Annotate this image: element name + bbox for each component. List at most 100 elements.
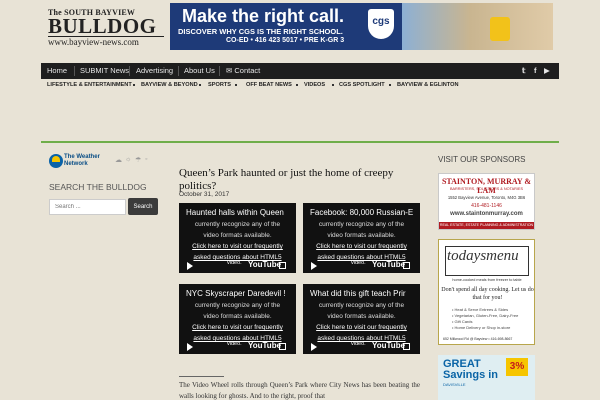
facebook-icon[interactable]: f xyxy=(534,63,537,79)
video-faq-link-line-1[interactable]: Click here to visit our frequently xyxy=(179,322,296,333)
sun-icon: ☼ xyxy=(125,156,132,163)
sponsors-heading: VISIT OUR SPONSORS xyxy=(438,155,526,164)
nav-contact-label: Contact xyxy=(234,66,261,75)
sponsor-url: www.staintonmurray.com xyxy=(450,211,523,217)
video-faq-link-line-1[interactable]: Click here to visit our frequently xyxy=(303,241,420,252)
sponsor-address: 1552 Bayview Avenue, Toronto, M4G 3B6 xyxy=(447,195,526,200)
subnav-dot xyxy=(199,84,201,86)
nav-contact[interactable]: ✉ Contact xyxy=(226,63,260,79)
davisville-line-3: DAVISVILLE xyxy=(443,382,466,387)
video-player[interactable]: NYC Skyscraper Daredevil ! currently rec… xyxy=(179,284,296,354)
nav-separator xyxy=(129,66,130,76)
play-icon[interactable] xyxy=(187,262,193,270)
site-logo[interactable]: The SOUTH BAYVIEW BULLDOG www.bayview-ne… xyxy=(48,8,164,47)
subnav-sports[interactable]: SPORTS xyxy=(208,79,231,91)
nav-home[interactable]: Home xyxy=(47,63,67,79)
sponsor-phone: 416-481-1146 xyxy=(471,203,502,209)
sponsor-services-bar: REAL ESTATE, ESTATE PLANNING & ADMINISTR… xyxy=(439,222,534,229)
youtube-logo[interactable]: YouTube xyxy=(248,260,281,269)
weather-logo-line-1: The Weather xyxy=(64,154,100,160)
cloud-icon: ☁ xyxy=(115,157,122,164)
nav-about-us[interactable]: About Us xyxy=(184,63,215,79)
nav-advertising[interactable]: Advertising xyxy=(136,63,173,79)
sponsor-ad-stainton-murray-lam[interactable]: STAINTON, MURRAY & LAM BARRISTERS, SOLIC… xyxy=(438,173,535,230)
fullscreen-icon[interactable] xyxy=(403,343,410,350)
youtube-logo[interactable]: YouTube xyxy=(372,260,405,269)
search-input[interactable] xyxy=(49,199,126,215)
nav-separator xyxy=(219,66,220,76)
subnav-bayview-beyond[interactable]: BAYVIEW & BEYOND xyxy=(141,79,198,91)
video-error-message: currently recognize any of the video for… xyxy=(179,300,296,344)
todaysmenu-item: • Heat & Serve Entrees & Sides xyxy=(452,307,509,312)
video-faq-link-line-3[interactable]: video. xyxy=(227,260,242,266)
drizzle-icon: ◦ xyxy=(145,156,148,163)
banner-line-2: CO-ED • 416 423 5017 • PRE K-GR 3 xyxy=(226,37,345,44)
video-title[interactable]: Haunted halls within Queen xyxy=(186,208,284,217)
video-faq-link-line-1[interactable]: Click here to visit our frequently xyxy=(303,322,420,333)
video-faq-link-line-3[interactable]: video. xyxy=(351,341,366,347)
article-title[interactable]: Queen’s Park haunted or just the home of… xyxy=(179,167,424,193)
fullscreen-icon[interactable] xyxy=(279,343,286,350)
todaysmenu-item: • Home Delivery or Shop in-store xyxy=(452,325,511,330)
subnav-dot xyxy=(296,84,298,86)
subnav-dot xyxy=(133,84,135,86)
video-faq-link-line-3[interactable]: video. xyxy=(351,260,366,266)
video-error-message: currently recognize any of the video for… xyxy=(179,219,296,263)
youtube-logo[interactable]: YouTube xyxy=(248,341,281,350)
subnav-dot xyxy=(235,84,237,86)
video-error-message: currently recognize any of the video for… xyxy=(303,300,420,344)
sponsor-tagline: BARRISTERS, SOLICITORS & NOTARIES xyxy=(449,187,524,191)
todaysmenu-headline: Don't spend all day cooking. Let us do t… xyxy=(441,287,534,301)
video-message-line-2: video formats available. xyxy=(327,232,396,239)
envelope-icon: ✉ xyxy=(226,66,233,75)
subnav-cgs-spotlight[interactable]: CGS SPOTLIGHT xyxy=(339,79,385,91)
banner-line-1: DISCOVER WHY CGS IS THE RIGHT SCHOOL. xyxy=(178,27,343,36)
play-icon[interactable] xyxy=(311,262,317,270)
nav-submit-news[interactable]: SUBMIT News xyxy=(80,63,129,79)
video-title[interactable]: What did this gift teach Prir xyxy=(310,289,406,298)
video-player[interactable]: What did this gift teach Prir currently … xyxy=(303,284,420,354)
sponsor-ad-davisville[interactable]: GREAT Savings in DAVISVILLE 3% xyxy=(438,355,535,400)
video-faq-link-line-3[interactable]: video. xyxy=(227,341,242,347)
video-faq-link-line-1[interactable]: Click here to visit our frequently xyxy=(179,241,296,252)
sponsor-ad-todaysmenu[interactable]: todaysmenu home-cooked meals from freeze… xyxy=(438,239,535,345)
youtube-logo[interactable]: YouTube xyxy=(372,341,405,350)
subnav-videos[interactable]: VIDEOS xyxy=(304,79,325,91)
search-button[interactable]: Search xyxy=(128,198,158,215)
header-ad-banner[interactable]: Make the right call. DISCOVER WHY CGS IS… xyxy=(170,3,553,50)
twitter-icon[interactable]: 𝕥 xyxy=(522,63,526,79)
play-icon[interactable] xyxy=(311,343,317,351)
youtube-icon[interactable]: ▶ xyxy=(544,63,550,79)
video-message-line-2: video formats available. xyxy=(203,313,272,320)
todaysmenu-subtitle: home-cooked meals from freezer to table xyxy=(452,278,522,282)
video-error-message: currently recognize any of the video for… xyxy=(303,219,420,263)
cgs-logo: cgs xyxy=(368,9,394,39)
todaysmenu-logo: todaysmenu xyxy=(447,248,519,264)
subnav-off-beat-news[interactable]: OFF BEAT NEWS xyxy=(246,79,292,91)
weather-widget[interactable]: The Weather Network ☁ ☼ ☂ ◦ xyxy=(49,153,154,171)
video-message-line-1: currently recognize any of the xyxy=(194,221,281,228)
davisville-line-2: Savings in xyxy=(443,369,499,381)
video-player[interactable]: Haunted halls within Queen currently rec… xyxy=(179,203,296,273)
banner-photo xyxy=(402,3,553,50)
subnav-bayview-eglinton[interactable]: BAYVIEW & EGLINTON xyxy=(397,79,459,91)
fullscreen-icon[interactable] xyxy=(403,262,410,269)
video-title[interactable]: NYC Skyscraper Daredevil ! xyxy=(186,289,286,298)
search-heading: SEARCH THE BULLDOG xyxy=(49,182,147,192)
subnav-lifestyle[interactable]: LIFESTYLE & ENTERTAINMENT xyxy=(47,79,132,91)
video-controls: video. YouTube xyxy=(303,340,420,354)
play-icon[interactable] xyxy=(187,343,193,351)
main-nav: Home SUBMIT News Advertising About Us ✉ … xyxy=(41,63,559,79)
video-message-line-1: currently recognize any of the xyxy=(318,221,405,228)
nav-separator xyxy=(178,66,179,76)
video-message-line-1: currently recognize any of the xyxy=(194,302,281,309)
video-title[interactable]: Facebook: 80,000 Russian-E xyxy=(310,208,413,217)
video-player[interactable]: Facebook: 80,000 Russian-E currently rec… xyxy=(303,203,420,273)
video-message-line-2: video formats available. xyxy=(203,232,272,239)
weather-network-logo-icon xyxy=(49,154,63,168)
todaysmenu-item: • Vegetarian, Gluten-Free, Dairy-Free xyxy=(452,313,519,318)
logo-title: BULLDOG xyxy=(48,14,157,38)
todaysmenu-address: 652 Millwood Rd @ Bayview • 416-698-8667 xyxy=(443,337,513,341)
category-nav: LIFESTYLE & ENTERTAINMENT BAYVIEW & BEYO… xyxy=(41,79,559,91)
fullscreen-icon[interactable] xyxy=(279,262,286,269)
